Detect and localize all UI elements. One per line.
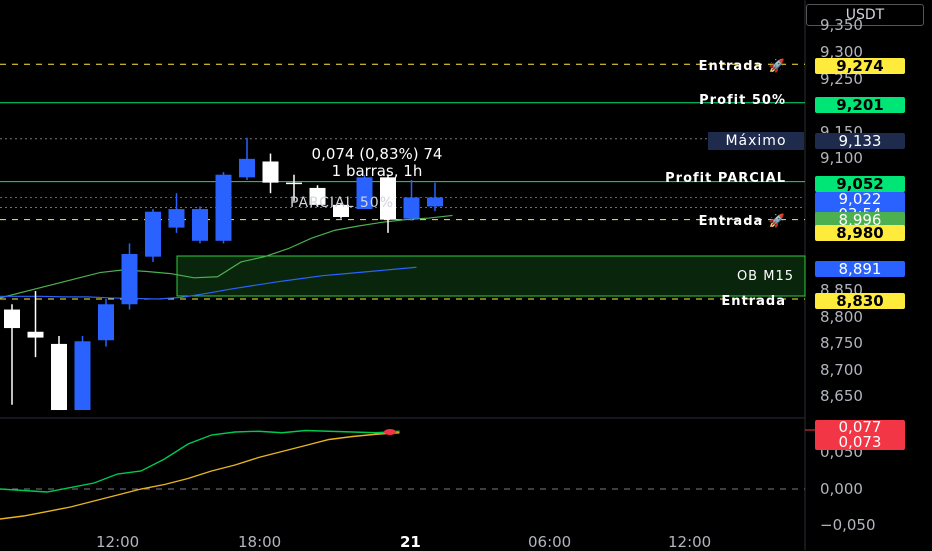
entrada-mid-tag: 8,980	[815, 225, 905, 241]
time-tick: 18:00	[238, 533, 282, 551]
measure-change: 0,074 (0,83%) 74	[311, 145, 443, 163]
price-tick: 9,100	[820, 149, 863, 167]
candle-body	[4, 309, 20, 329]
ob-label: OB M15	[736, 269, 794, 284]
osc-tag: 0,077 0,073	[815, 420, 905, 450]
entrada-top-tag: 9,274	[815, 58, 905, 74]
candle-body	[121, 254, 138, 305]
candle-body	[427, 197, 443, 207]
time-tick: 06:00	[528, 533, 572, 551]
time-tick: 12:00	[668, 533, 712, 551]
osc-tick: 0,000	[820, 480, 863, 498]
profit-parcial-label: Profit PARCIAL	[665, 171, 786, 186]
candle-body	[192, 209, 208, 241]
measure-tooltip: 0,074 (0,83%) 74 1 barras, 1h	[262, 146, 492, 180]
candle-body	[51, 343, 67, 411]
entrada-top-label: Entrada 🚀	[698, 59, 786, 74]
candle-body	[98, 304, 114, 341]
entrada-mid-label: Entrada 🚀	[698, 214, 786, 229]
time-tick: 21	[400, 533, 421, 551]
entrada-low-label: Entrada	[721, 294, 786, 309]
measure-bars: 1 barras, 1h	[331, 162, 423, 180]
candle-body	[145, 211, 161, 257]
price-tick: 8,700	[820, 361, 863, 379]
price-tick: 9,350	[820, 16, 863, 34]
ob-zone	[176, 255, 806, 297]
price-tick: 8,750	[820, 334, 863, 352]
osc-green-line	[0, 429, 400, 493]
candle-body	[286, 182, 302, 185]
candle-body	[74, 341, 91, 411]
osc-yellow-line	[0, 432, 400, 520]
price-tick: 8,800	[820, 308, 863, 326]
ob-tag: 8,891	[815, 261, 905, 277]
osc-value-b: 0,073	[838, 433, 882, 451]
osc-tick: −0,050	[820, 516, 876, 534]
entrada-low-tag: 8,830	[815, 293, 905, 309]
profit50-label: Profit 50%	[699, 93, 786, 108]
cross-marker	[384, 429, 396, 435]
profit50-tag: 9,201	[815, 97, 905, 113]
candle-body	[168, 209, 185, 228]
candle-body	[27, 331, 44, 338]
candle-body	[215, 174, 232, 241]
time-tick: 12:00	[96, 533, 140, 551]
price-tick: 8,650	[820, 387, 863, 405]
candle-body	[239, 158, 255, 178]
candle-body	[403, 197, 420, 219]
maximo-label: Máximo	[708, 132, 804, 150]
maximo-tag: 9,133	[815, 133, 905, 149]
parcial-label: PARCIAL 50%	[290, 195, 395, 211]
